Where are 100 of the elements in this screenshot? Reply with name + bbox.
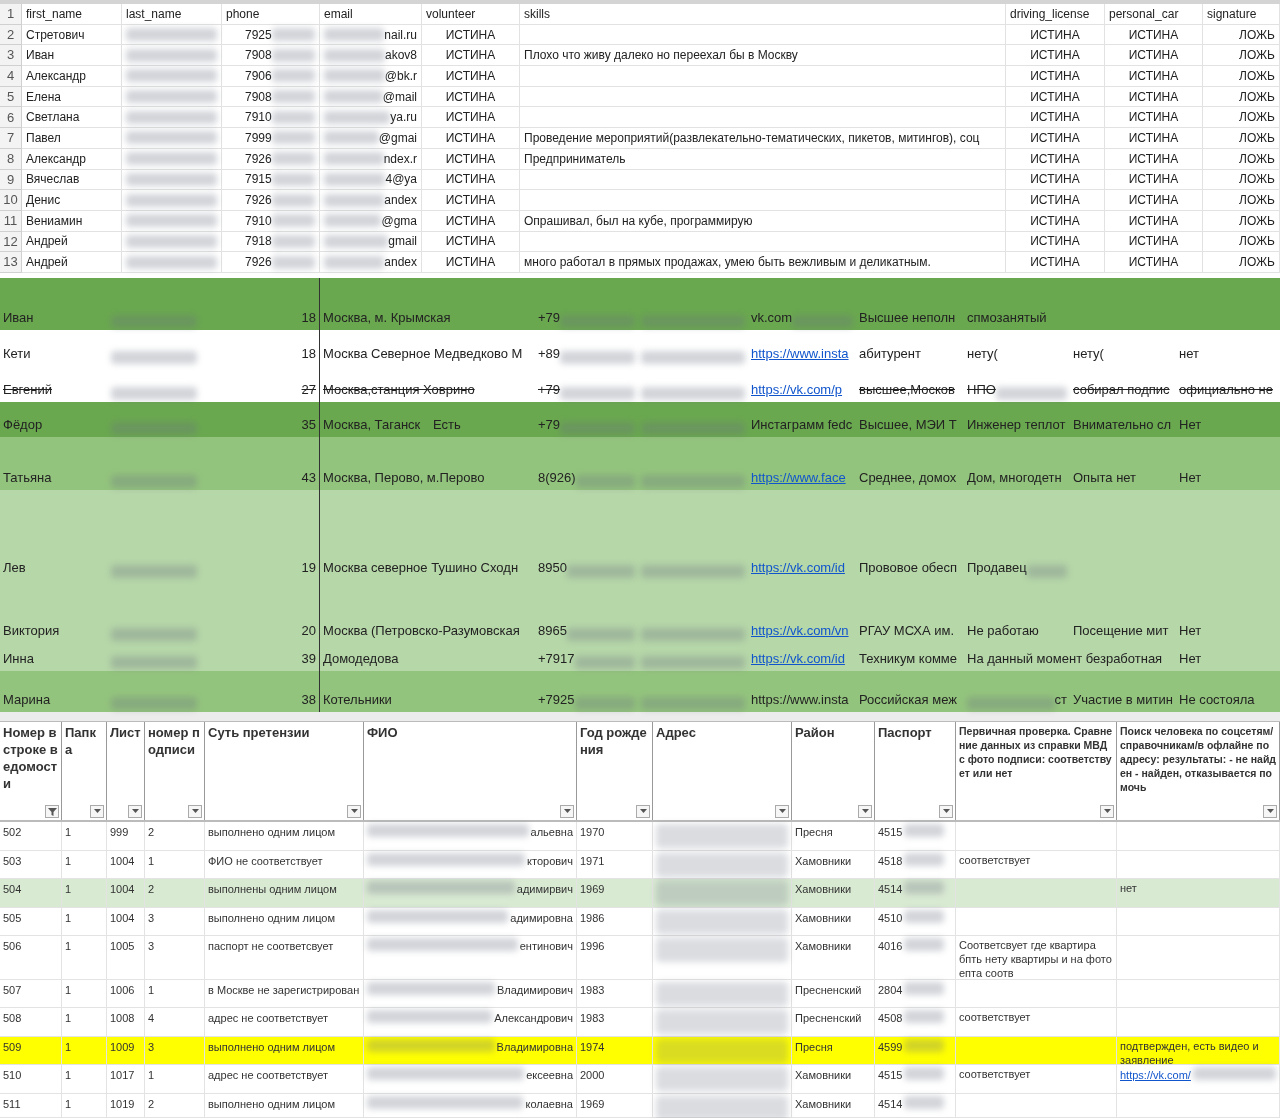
profile-link[interactable]: https://www.face xyxy=(751,468,846,488)
table-cell-text: 4 xyxy=(148,1010,155,1026)
filter-button[interactable] xyxy=(347,804,361,818)
filter-button[interactable] xyxy=(858,804,872,818)
table-cell-text: 503 xyxy=(3,853,22,869)
table-cell-text: Фёдор xyxy=(3,416,43,435)
table-cell-text: 2 xyxy=(148,1096,155,1112)
table-cell-text: альевна xyxy=(530,824,573,840)
redacted-blur xyxy=(904,937,945,951)
table-cell-text: 1 xyxy=(65,1010,72,1026)
table-cell-text: Среднее, домох xyxy=(859,469,957,488)
column-header: phone xyxy=(226,5,260,23)
table-cell-text: Иван xyxy=(3,309,34,328)
profile-link[interactable]: https://vk.com/ xyxy=(1120,1066,1191,1084)
table-cell-text: ИСТИНА xyxy=(1128,150,1179,168)
table-cell-text: ya.ru xyxy=(390,109,417,127)
table-cell-text: ИСТИНА xyxy=(1128,212,1179,230)
table-cell-text: нету( xyxy=(967,345,998,364)
redacted-blur xyxy=(271,110,315,124)
table-cell-text: ст xyxy=(1054,691,1067,710)
table-cell-text: выполнено одним лицом xyxy=(208,824,335,840)
table-cell-text: Андрей xyxy=(26,233,68,251)
table-cell-text: 999 xyxy=(110,824,129,840)
profile-link[interactable]: https://vk.com/id xyxy=(751,649,845,669)
table-cell-text: Пресня xyxy=(795,824,833,840)
table-cell-text: +89 xyxy=(538,345,561,364)
redacted-blur xyxy=(904,1095,945,1109)
table-cell-text: 1983 xyxy=(580,1010,605,1026)
table-cell-text: Плохо что живу далеко но переехал бы в Москву xyxy=(524,47,798,65)
filter-button[interactable] xyxy=(636,804,650,818)
profile-link[interactable]: https://vk.com/vn xyxy=(751,621,849,641)
table-cell-text: выполнены одним лицом xyxy=(208,881,337,897)
table-cell-text: Москва, Таганск xyxy=(323,416,421,435)
table-cell-text: 1004 xyxy=(110,910,135,926)
table-cell-text: 505 xyxy=(3,910,22,926)
table-cell-text: высшее,Москов xyxy=(859,381,955,400)
table-cell-text: абитурент xyxy=(859,345,921,364)
table-cell-text: Домодедова xyxy=(323,650,399,669)
table-cell-text: выполнено одним лицом xyxy=(208,1039,335,1055)
column-header: Номер в строке ведомости xyxy=(3,723,58,792)
redacted-blur xyxy=(904,823,945,837)
table-cell-text: Денис xyxy=(26,192,61,210)
redacted-blur xyxy=(271,69,315,83)
filter-button[interactable] xyxy=(1100,804,1114,818)
column-header: Район xyxy=(795,723,836,741)
table-cell-text: vk.com xyxy=(751,309,793,328)
redacted-blur xyxy=(324,172,386,186)
redacted-blur xyxy=(324,90,383,104)
redacted-blur xyxy=(271,234,315,248)
table-cell-text: ИСТИНА xyxy=(1030,192,1080,210)
redacted-blur xyxy=(904,1066,945,1080)
filter-button[interactable] xyxy=(1263,804,1277,818)
filter-button[interactable] xyxy=(560,804,574,818)
redacted-blur xyxy=(904,880,945,894)
table-cell-text: ИСТИНА xyxy=(1030,88,1080,106)
table-cell-text: ЛОЖЬ xyxy=(1239,254,1275,272)
column-header: Паспорт xyxy=(878,723,933,741)
table-cell-text: ИСТИНА xyxy=(445,109,496,127)
table-cell-text: 27 xyxy=(301,381,316,400)
table-cell-text: ИСТИНА xyxy=(1128,88,1179,106)
row-number: 13 xyxy=(3,253,18,272)
table-cell-text: 1008 xyxy=(110,1010,135,1026)
table-cell-text: Светлана xyxy=(26,109,80,127)
table-cell-text: ЛОЖЬ xyxy=(1239,233,1275,251)
table-cell-text: ЛОЖЬ xyxy=(1239,109,1275,127)
filter-button[interactable] xyxy=(939,804,953,818)
table-cell-text: 1 xyxy=(65,1096,72,1112)
profile-link[interactable]: https://www.insta xyxy=(751,344,849,364)
table-cell-text: подтвержден, есть видео и заявление xyxy=(1120,1038,1260,1067)
filter-button[interactable] xyxy=(188,804,202,818)
table-cell-text: ИСТИНА xyxy=(1128,129,1179,147)
table-cell-text: 1 xyxy=(65,938,72,954)
table-cell-text: ИСТИНА xyxy=(445,192,496,210)
table-cell-text: 1004 xyxy=(110,853,135,869)
table-cell-text: ИСТИНА xyxy=(445,67,496,85)
filter-button[interactable] xyxy=(128,804,142,818)
column-header: Суть претензии xyxy=(208,723,311,741)
table-cell-text: 39 xyxy=(301,650,316,669)
redacted-blur xyxy=(904,1038,945,1052)
table-cell-text: 8950 xyxy=(538,559,567,578)
table-cell-text: адимировна xyxy=(510,910,573,926)
column-header: skills xyxy=(524,5,550,23)
table-cell-text: 4515 xyxy=(878,824,903,840)
table-cell-text: 1974 xyxy=(580,1039,605,1055)
table-cell-text: Опыта нет xyxy=(1073,469,1137,488)
filter-button[interactable] xyxy=(45,804,59,818)
table-cell-text: официально не xyxy=(1179,381,1273,400)
filter-button[interactable] xyxy=(775,804,789,818)
table-cell-text: Котельники xyxy=(323,691,392,710)
table-cell-text: 1 xyxy=(148,853,155,869)
table-cell-text: 3 xyxy=(148,938,155,954)
table-cell-text: ИСТИНА xyxy=(1128,47,1179,65)
profile-link[interactable]: https://vk.com/id xyxy=(751,558,845,578)
table-cell-text: Москва, м. Крымская xyxy=(323,309,451,328)
table-cell-text: 511 xyxy=(3,1096,21,1112)
table-cell-text: 508 xyxy=(3,1010,22,1026)
redacted-blur xyxy=(271,255,315,269)
filter-button[interactable] xyxy=(90,804,104,818)
column-header: Папка xyxy=(65,723,97,758)
profile-link[interactable]: https://vk.com/p xyxy=(751,380,843,400)
